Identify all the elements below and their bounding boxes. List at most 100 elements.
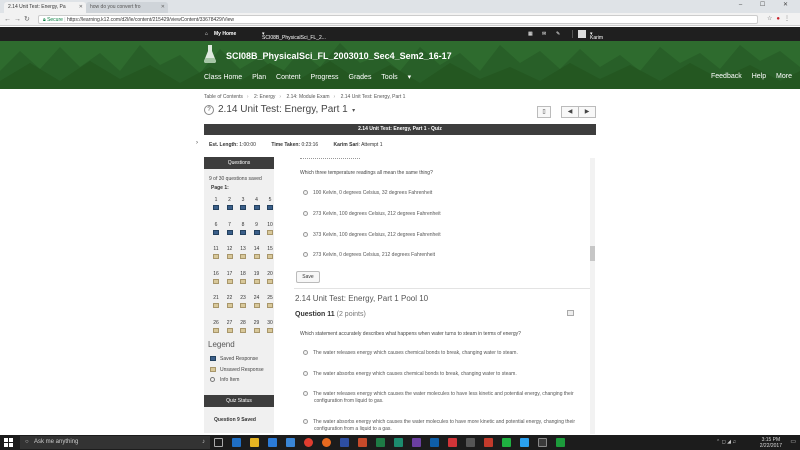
question-nav-item[interactable]: 2 — [224, 197, 236, 210]
save-button[interactable]: Save — [296, 271, 320, 283]
nav-grades[interactable]: Grades — [349, 74, 372, 81]
home-icon[interactable]: ⌂ — [205, 31, 208, 37]
app-icon[interactable] — [394, 438, 403, 447]
calculator-icon[interactable] — [466, 438, 475, 447]
question-nav-item[interactable]: 13 — [237, 246, 249, 259]
question-nav-item[interactable]: 5 — [264, 197, 276, 210]
chevron-down-icon[interactable]: ▾ — [350, 108, 355, 114]
answer-option[interactable]: The water releases energy which causes t… — [303, 391, 583, 405]
user-menu[interactable]: Karim Sari ▾ — [590, 31, 603, 47]
close-tab-icon[interactable]: ✕ — [79, 4, 83, 10]
question-nav-item[interactable]: 9 — [251, 222, 263, 235]
question-nav-item[interactable]: 16 — [210, 271, 222, 284]
answer-option[interactable]: 100 Kelvin, 0 degrees Celsius, 32 degree… — [303, 190, 583, 196]
avatar[interactable] — [578, 30, 586, 38]
mail-icon[interactable]: ✉ — [542, 31, 546, 37]
radio-button[interactable] — [303, 190, 308, 195]
file-explorer-icon[interactable] — [250, 438, 259, 447]
chrome-icon[interactable] — [304, 438, 313, 447]
radio-button[interactable] — [303, 391, 308, 396]
nav-progress[interactable]: Progress — [311, 74, 339, 81]
question-nav-item[interactable]: 28 — [237, 320, 249, 333]
answer-option[interactable]: The water absorbs energy which causes th… — [303, 419, 583, 433]
question-nav-item[interactable]: 18 — [237, 271, 249, 284]
windows-start-icon[interactable] — [4, 438, 13, 447]
store-icon[interactable] — [268, 438, 277, 447]
nav-plan[interactable]: Plan — [252, 74, 266, 81]
taskbar-clock[interactable]: 3:15 PM 2/22/2017 — [760, 437, 782, 449]
acrobat-icon[interactable] — [484, 438, 493, 447]
question-nav-item[interactable]: 29 — [251, 320, 263, 333]
close-tab-icon[interactable]: ✕ — [161, 4, 165, 10]
radio-button[interactable] — [303, 232, 308, 237]
question-nav-item[interactable]: 14 — [251, 246, 263, 259]
radio-button[interactable] — [303, 371, 308, 376]
radio-button[interactable] — [303, 350, 308, 355]
question-nav-item[interactable]: 30 — [264, 320, 276, 333]
content-scrollbar[interactable] — [590, 158, 595, 434]
question-nav-item[interactable]: 8 — [237, 222, 249, 235]
menu-icon[interactable]: ⋮ — [784, 16, 794, 22]
reload-icon[interactable]: ↻ — [24, 16, 33, 23]
radio-button[interactable] — [303, 252, 308, 257]
star-icon[interactable]: ☆ — [767, 16, 776, 22]
app-icon[interactable] — [502, 438, 511, 447]
radio-button[interactable] — [303, 211, 308, 216]
question-nav-item[interactable]: 17 — [224, 271, 236, 284]
question-nav-item[interactable]: 27 — [224, 320, 236, 333]
question-nav-item[interactable]: 6 — [210, 222, 222, 235]
onenote-icon[interactable] — [412, 438, 421, 447]
browser-tab-active[interactable]: 2.14 Unit Test: Energy, Pa ✕ — [4, 2, 86, 13]
question-nav-item[interactable]: 12 — [224, 246, 236, 259]
answer-option[interactable]: 273 Kelvin, 100 degrees Celsius, 212 deg… — [303, 211, 583, 217]
question-nav-item[interactable]: 23 — [237, 295, 249, 308]
my-home-link[interactable]: My Home — [214, 31, 236, 37]
firefox-icon[interactable] — [322, 438, 331, 447]
scrollbar-thumb[interactable] — [590, 246, 595, 261]
powerpoint-icon[interactable] — [358, 438, 367, 447]
nav-feedback[interactable]: Feedback — [711, 73, 742, 80]
url-field[interactable]: 🔒︎ Secure | https://learning.k12.com/d2l… — [38, 15, 758, 24]
nav-tools[interactable]: Tools ▾ — [381, 74, 411, 81]
outlook-icon[interactable] — [430, 438, 439, 447]
breadcrumb-item[interactable]: Table of Contents — [204, 94, 243, 100]
side-panel-toggle-icon[interactable]: › — [196, 140, 198, 146]
question-nav-item[interactable]: 10 — [264, 222, 276, 235]
nav-help[interactable]: Help — [752, 73, 766, 80]
course-selector[interactable]: SCI08B_PhysicalSci_FL_2... ▾ — [262, 31, 326, 41]
grid-icon[interactable]: ▦ — [528, 31, 533, 37]
window-controls[interactable]: – ☐ ✕ — [739, 1, 796, 8]
question-nav-item[interactable]: 20 — [264, 271, 276, 284]
radio-button[interactable] — [303, 419, 308, 424]
dropbox-icon[interactable] — [286, 438, 295, 447]
answer-option[interactable]: The water absorbs energy which causes ch… — [303, 371, 583, 377]
app-icon[interactable] — [538, 438, 547, 447]
flag-icon[interactable] — [567, 310, 574, 316]
excel-icon[interactable] — [376, 438, 385, 447]
breadcrumb-item[interactable]: 2.14: Module Exam — [286, 94, 329, 100]
question-nav-item[interactable]: 7 — [224, 222, 236, 235]
question-nav-item[interactable]: 15 — [264, 246, 276, 259]
question-nav-item[interactable]: 19 — [251, 271, 263, 284]
bookmark-button[interactable]: ▯ — [537, 106, 551, 118]
nav-class-home[interactable]: Class Home — [204, 74, 242, 81]
back-icon[interactable]: ← — [4, 16, 14, 23]
prev-topic-button[interactable]: ◀ — [561, 106, 579, 118]
question-nav-item[interactable]: 25 — [264, 295, 276, 308]
media-icon[interactable] — [448, 438, 457, 447]
question-nav-item[interactable]: 3 — [237, 197, 249, 210]
question-nav-item[interactable]: 22 — [224, 295, 236, 308]
notifications-icon[interactable]: ▭ — [790, 438, 796, 445]
question-nav-item[interactable]: 1 — [210, 197, 222, 210]
browser-tab-inactive[interactable]: how do you convert fro ✕ — [86, 2, 168, 13]
question-nav-item[interactable]: 24 — [251, 295, 263, 308]
nav-content[interactable]: Content — [276, 74, 301, 81]
forward-icon[interactable]: → — [14, 16, 24, 23]
word-icon[interactable] — [340, 438, 349, 447]
skype-icon[interactable] — [520, 438, 529, 447]
edge-icon[interactable] — [232, 438, 241, 447]
task-view-icon[interactable] — [214, 438, 223, 447]
question-nav-item[interactable]: 4 — [251, 197, 263, 210]
breadcrumb-item[interactable]: 2: Energy — [254, 94, 275, 100]
question-nav-item[interactable]: 11 — [210, 246, 222, 259]
